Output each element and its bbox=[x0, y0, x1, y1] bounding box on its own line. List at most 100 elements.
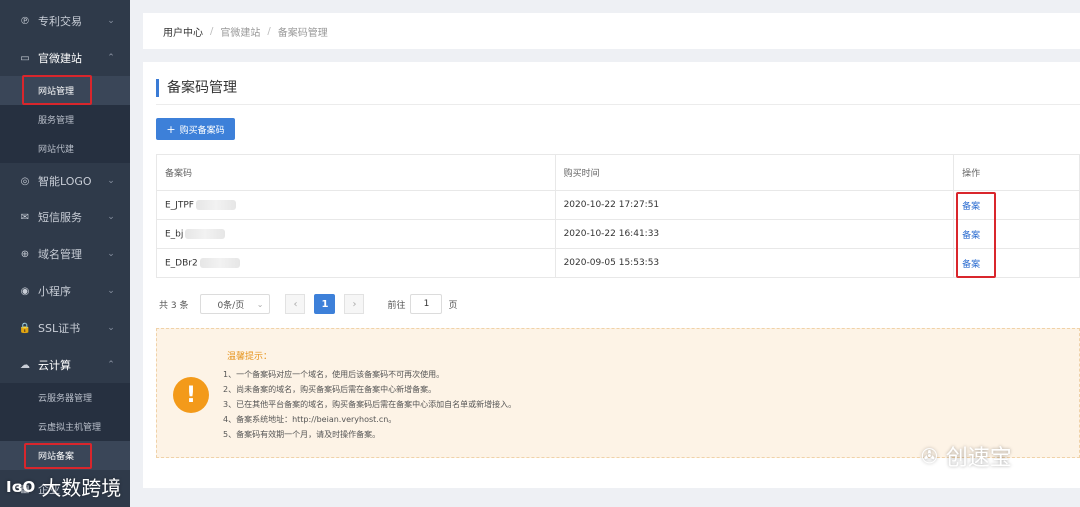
column-header: 购买时间 bbox=[554, 154, 955, 191]
sidebar-item-label: 智能LOGO bbox=[38, 175, 92, 188]
list-item: 4、备案系统地址：http://beian.veryhost.cn。 bbox=[223, 415, 397, 424]
mail-icon: ✉ bbox=[20, 211, 30, 223]
lock-icon: 🔒 bbox=[18, 322, 32, 334]
highlight-box-actions bbox=[956, 192, 996, 278]
list-item: 2、尚未备案的域名，购买备案码后需在备案中心新增备案。 bbox=[223, 385, 437, 394]
table-cell-time: 2020-10-22 16:41:33 bbox=[554, 219, 955, 249]
main-panel: 备案码管理 + 购买备案码 备案码 购买时间 操作 E_JTPF 2020-10… bbox=[143, 62, 1080, 488]
monitor-icon: ▭ bbox=[20, 52, 30, 64]
sidebar-item-cloud[interactable]: ☁ 云计算 ⌃ bbox=[0, 347, 130, 383]
prev-page-button[interactable]: ‹ bbox=[285, 294, 306, 314]
page-title: 备案码管理 bbox=[156, 79, 237, 97]
goto-label: 前往 bbox=[387, 300, 406, 311]
sidebar-item-label: 短信服务 bbox=[38, 211, 82, 224]
page-number-current[interactable]: 1 bbox=[314, 294, 336, 314]
chevron-down-icon: ⌄ bbox=[107, 249, 115, 259]
sidebar-item-label: 小程序 bbox=[38, 285, 71, 298]
table-cell-code: E_DBr2 bbox=[156, 248, 556, 278]
redacted-blur bbox=[199, 257, 240, 268]
filing-code-text: E_bj bbox=[165, 229, 184, 240]
sidebar-item-patent[interactable]: ℗ 专利交易 ⌄ bbox=[0, 3, 130, 39]
pagination: 共 3 条 0条/页 ⌄ ‹ 1 › 前往 1 页 bbox=[159, 294, 457, 314]
breadcrumb-item-current: 备案码管理 bbox=[277, 27, 328, 39]
table-cell-time: 2020-10-22 17:27:51 bbox=[554, 190, 955, 220]
breadcrumb-item-user-center[interactable]: 用户中心 bbox=[163, 24, 203, 39]
redacted-blur bbox=[195, 199, 236, 210]
tips-list: 1、一个备案码对应一个域名，使用后该备案码不可再次使用。 2、尚未备案的域名，购… bbox=[223, 367, 516, 442]
page-size-value: 0条/页 bbox=[217, 300, 245, 311]
tips-panel: ! 温馨提示： 1、一个备案码对应一个域名，使用后该备案码不可再次使用。 2、尚… bbox=[156, 328, 1080, 458]
sidebar-item-label: 域名管理 bbox=[38, 248, 82, 261]
chevron-down-icon: ⌄ bbox=[107, 323, 115, 333]
redacted-blur bbox=[185, 228, 226, 239]
list-item: 3、已在其他平台备案的域名，购买备案码后需在备案中心添加自名单或新增接入。 bbox=[223, 400, 517, 409]
page-size-select[interactable]: 0条/页 ⌄ bbox=[200, 294, 271, 314]
miniapp-icon: ◉ bbox=[20, 285, 30, 297]
chevron-down-icon: ⌄ bbox=[107, 212, 115, 222]
sidebar-subitem-label: 云虚拟主机管理 bbox=[38, 423, 102, 433]
globe-icon: ⊕ bbox=[20, 248, 30, 260]
next-page-button[interactable]: › bbox=[344, 294, 365, 314]
watermark-text: 大数跨境 bbox=[41, 476, 122, 500]
buy-button-label: 购买备案码 bbox=[179, 125, 225, 136]
sidebar-item-sms[interactable]: ✉ 短信服务 ⌄ bbox=[0, 199, 130, 235]
title-divider bbox=[156, 104, 1080, 105]
sidebar-subitem-label: 云服务器管理 bbox=[38, 394, 93, 404]
table-row: E_DBr2 2020-09-05 15:53:53 备案 bbox=[156, 248, 1080, 278]
chevron-down-icon: ⌄ bbox=[256, 299, 264, 309]
patent-icon: ℗ bbox=[20, 15, 30, 27]
table-cell-code: E_JTPF bbox=[156, 190, 556, 220]
sidebar-subitem-label: 网站代建 bbox=[38, 145, 75, 155]
table-cell-time: 2020-09-05 15:53:53 bbox=[554, 248, 955, 278]
sidebar-item-domain[interactable]: ⊕ 域名管理 ⌄ bbox=[0, 236, 130, 272]
watermark-logo-icon: IɞO bbox=[6, 477, 36, 496]
buy-filing-code-button[interactable]: + 购买备案码 bbox=[156, 118, 235, 140]
sidebar-item-smart-logo[interactable]: ◎ 智能LOGO ⌄ bbox=[0, 163, 130, 199]
goto-page-input[interactable]: 1 bbox=[410, 294, 443, 314]
column-header: 操作 bbox=[953, 154, 1080, 191]
highlight-box-site-filing bbox=[24, 443, 92, 469]
chevron-down-icon: ⌄ bbox=[107, 286, 115, 296]
watermark-chuangsubao: ✇ 创速宝 bbox=[921, 440, 1012, 472]
sidebar-item-miniapp[interactable]: ◉ 小程序 ⌄ bbox=[0, 273, 130, 309]
breadcrumb: 用户中心 / 官微建站 / 备案码管理 bbox=[143, 13, 1080, 49]
table-row: E_bj 2020-10-22 16:41:33 备案 bbox=[156, 219, 1080, 249]
goto-suffix: 页 bbox=[448, 300, 458, 311]
table-cell-code: E_bj bbox=[156, 219, 556, 249]
wechat-icon: ✇ bbox=[921, 444, 938, 468]
sidebar-item-label: 官微建站 bbox=[38, 52, 82, 65]
sidebar-subitem-service-manage[interactable]: 服务管理 bbox=[0, 105, 130, 134]
highlight-box-site-manage bbox=[22, 75, 92, 105]
table-row: E_JTPF 2020-10-22 17:27:51 备案 bbox=[156, 190, 1080, 220]
watermark-dashukuajing: IɞO 大数跨境 bbox=[6, 472, 121, 501]
list-item: 5、备案码有效期一个月，请及时操作备案。 bbox=[223, 430, 381, 439]
breadcrumb-separator: / bbox=[267, 25, 271, 37]
sidebar-subitem-virtual-host[interactable]: 云虚拟主机管理 bbox=[0, 412, 130, 441]
tips-title: 温馨提示： bbox=[227, 352, 273, 362]
table-header-row: 备案码 购买时间 操作 bbox=[156, 154, 1080, 191]
warning-icon: ! bbox=[173, 377, 209, 413]
chevron-down-icon: ⌄ bbox=[107, 16, 115, 26]
breadcrumb-separator: / bbox=[210, 25, 214, 37]
logo-icon: ◎ bbox=[20, 175, 30, 187]
plus-icon: + bbox=[166, 122, 176, 136]
sidebar-item-label: 专利交易 bbox=[38, 15, 82, 28]
sidebar-item-label: SSL证书 bbox=[38, 322, 81, 335]
chevron-up-icon: ⌃ bbox=[107, 360, 115, 370]
sidebar-subitem-label: 服务管理 bbox=[38, 116, 75, 126]
sidebar-subitem-site-agency[interactable]: 网站代建 bbox=[0, 134, 130, 163]
chevron-down-icon: ⌄ bbox=[107, 176, 115, 186]
breadcrumb-item-site-building[interactable]: 官微建站 bbox=[220, 24, 260, 39]
sidebar-item-label: 云计算 bbox=[38, 359, 71, 372]
sidebar-subitem-cloud-server[interactable]: 云服务器管理 bbox=[0, 383, 130, 412]
total-count: 共 3 条 bbox=[159, 300, 189, 311]
watermark-text: 创速宝 bbox=[945, 446, 1012, 471]
cloud-icon: ☁ bbox=[20, 359, 30, 371]
chevron-up-icon: ⌃ bbox=[107, 53, 115, 63]
sidebar-item-site-building[interactable]: ▭ 官微建站 ⌃ bbox=[0, 40, 130, 76]
sidebar-item-ssl[interactable]: 🔒 SSL证书 ⌄ bbox=[0, 310, 130, 346]
filing-code-text: E_DBr2 bbox=[165, 258, 198, 269]
filing-code-table: 备案码 购买时间 操作 E_JTPF 2020-10-22 17:27:51 备… bbox=[156, 154, 1080, 278]
column-header: 备案码 bbox=[156, 154, 556, 191]
filing-code-text: E_JTPF bbox=[165, 200, 194, 211]
